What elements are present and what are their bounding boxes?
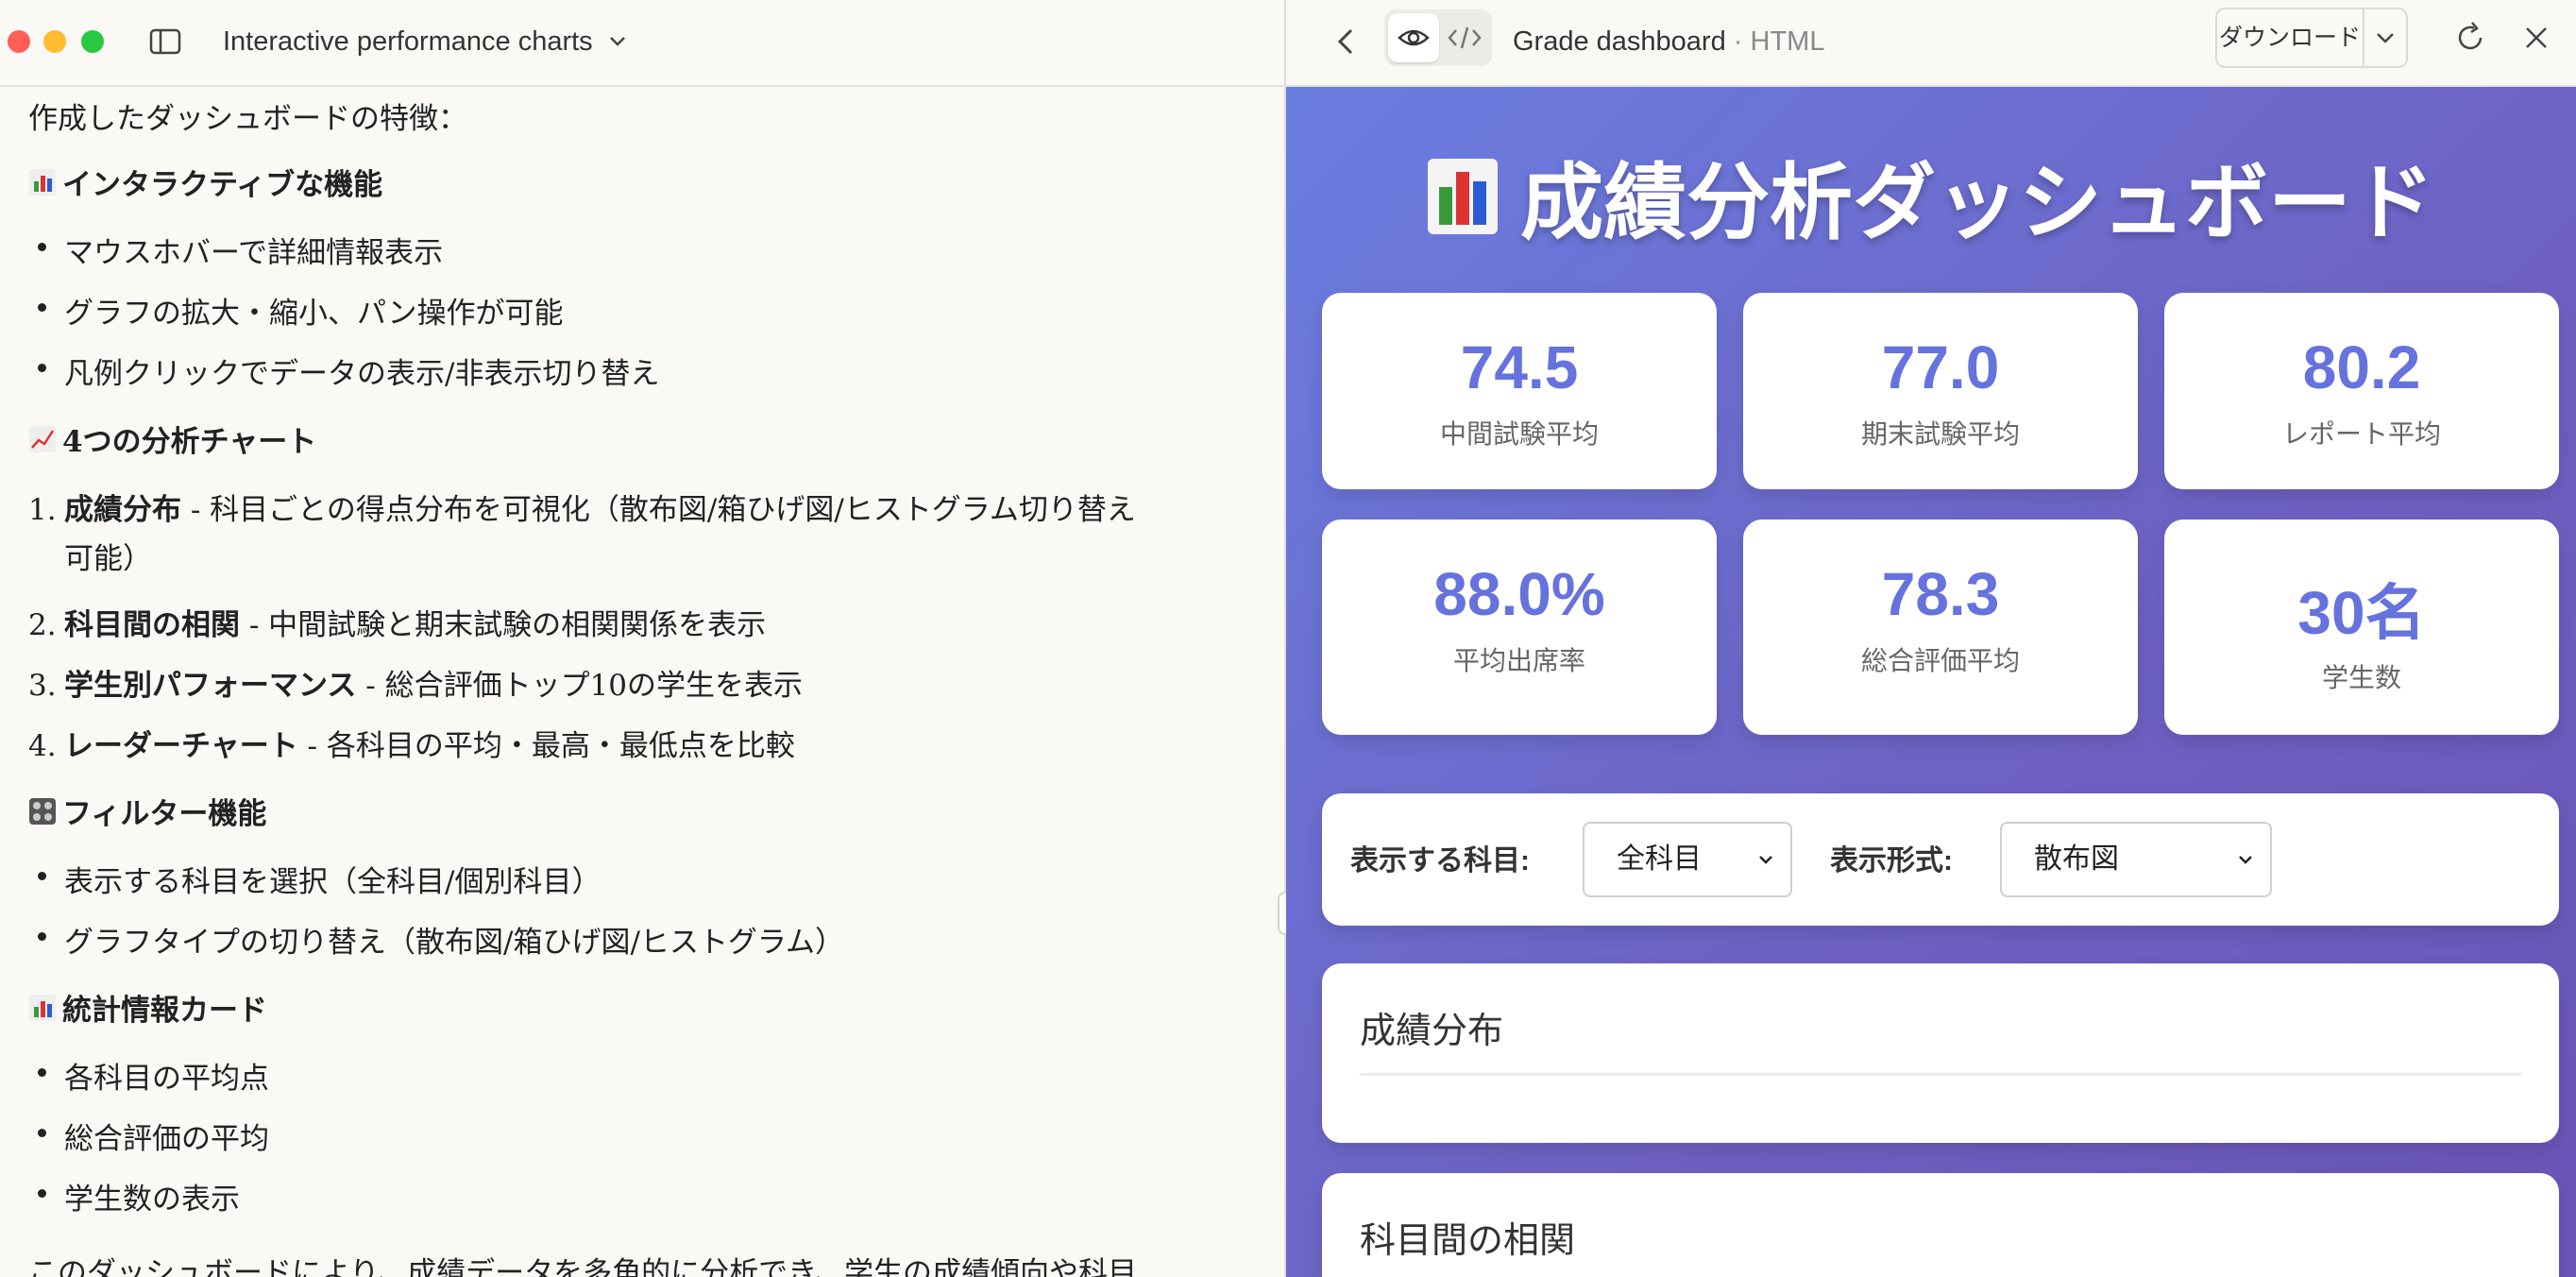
artifact-title: Grade dashboard · HTML [1513, 26, 1825, 57]
ordered-item-3: 3. 学生別パフォーマンス - 総合評価トップ10の学生を表示 [28, 669, 804, 703]
section-heading-filters: フィルター機能 [28, 790, 266, 832]
dashboard-title: 成績分析ダッシュボード [1286, 136, 2576, 256]
stat-card-students: 30名 学生数 [2164, 519, 2559, 735]
list-item: 表示する科目を選択（全科目/個別科目） [37, 858, 601, 900]
chart-title: 科目間の相関 [1360, 1221, 1576, 1261]
artifact-pane: Grade dashboard · HTML ダウンロード 成績分析ダッシュボー… [1286, 0, 2576, 1277]
dashboard-preview: 成績分析ダッシュボード 74.5 中間試験平均 77.0 期末試験平均 80.2… [1286, 87, 2576, 1277]
view-toggle [1384, 9, 1492, 66]
chart-panel-correlation: 科目間の相関 [1322, 1173, 2559, 1277]
list-item: マウスホバーで詳細情報表示 [37, 229, 443, 271]
ordered-item-1-continued: 可能） [64, 542, 152, 576]
conversation-title-text: Interactive performance charts [223, 26, 593, 57]
refresh-icon[interactable] [2451, 19, 2489, 57]
preview-eye-icon[interactable] [1388, 13, 1439, 62]
chevron-down-icon [609, 37, 625, 46]
bar-chart-icon [1427, 158, 1498, 234]
minimize-window-button[interactable] [43, 30, 66, 53]
intro-text: 作成したダッシュボードの特徴： [28, 102, 467, 136]
chevron-down-icon [1759, 856, 1772, 864]
control-knobs-icon [28, 797, 57, 826]
stat-label: 学生数 [2321, 663, 2401, 692]
section-heading-stats: 統計情報カード [28, 986, 267, 1029]
maximize-window-button[interactable] [81, 30, 104, 53]
back-icon[interactable] [1328, 23, 1365, 60]
download-button[interactable]: ダウンロード [2217, 9, 2364, 66]
ordered-item-4: 4. レーダーチャート - 各科目の平均・最高・最低点を比較 [28, 729, 795, 763]
section-heading-interactive: インタラクティブな機能 [28, 161, 382, 203]
filter-panel: 表示する科目: 全科目 表示形式: 散布図 [1322, 793, 2559, 926]
stat-card-overall: 78.3 総合評価平均 [1743, 519, 2138, 735]
artifact-toolbar: Grade dashboard · HTML ダウンロード [1286, 0, 2576, 87]
chart-title: 成績分布 [1360, 1012, 1504, 1051]
chart-type-select[interactable]: 散布図 [2000, 822, 2272, 897]
ordered-item-2: 2. 科目間の相関 - 中間試験と期末試験の相関関係を表示 [28, 608, 767, 642]
stat-value: 78.3 [1881, 560, 2000, 628]
list-item: 学生数の表示 [38, 1175, 240, 1217]
download-options-chevron-icon[interactable] [2364, 9, 2406, 66]
subject-filter-label: 表示する科目: [1350, 845, 1530, 877]
stat-value: 74.5 [1460, 333, 1579, 401]
ordered-item-1: 1. 成績分布 - 科目ごとの得点分布を可視化（散布図/箱ひげ図/ヒストグラム切り… [28, 493, 1136, 527]
list-item: グラフタイプの切り替え（散布図/箱ひげ図/ヒストグラム） [38, 918, 844, 961]
stat-label: 期末試験平均 [1860, 419, 2020, 449]
subject-select[interactable]: 全科目 [1583, 822, 1792, 897]
list-item: 各科目の平均点 [38, 1054, 269, 1097]
chart-type-label: 表示形式: [1830, 845, 1953, 877]
download-group: ダウンロード [2215, 8, 2408, 68]
section-heading-charts: 4つの分析チャート [28, 417, 316, 460]
stat-value: 80.2 [2302, 333, 2421, 401]
bar-chart-icon [28, 994, 57, 1022]
closing-text: このダッシュボードにより、成績データを多角的に分析でき、学生の成績傾向や科目 [28, 1256, 1137, 1277]
stat-label: レポート平均 [2281, 419, 2441, 449]
stat-value: 88.0% [1433, 560, 1605, 628]
list-item: 総合評価の平均 [38, 1115, 269, 1157]
code-icon[interactable] [1441, 13, 1488, 62]
stat-label: 総合評価平均 [1860, 646, 2020, 675]
stat-label: 中間試験平均 [1439, 419, 1599, 449]
title-bar: Interactive performance charts [0, 0, 1284, 87]
bar-chart-icon [28, 168, 57, 196]
chevron-down-icon [2239, 856, 2252, 864]
divider [1360, 1073, 2521, 1076]
stat-card-midterm: 74.5 中間試験平均 [1322, 293, 1717, 489]
stat-card-attendance: 88.0% 平均出席率 [1322, 519, 1717, 735]
close-icon[interactable] [2519, 21, 2553, 55]
list-item: 凡例クリックでデータの表示/非表示切り替え [37, 349, 659, 392]
line-chart-icon [28, 425, 57, 453]
chat-pane: Interactive performance charts 作成したダッシュボ… [0, 0, 1284, 1277]
stat-value: 30名 [2297, 579, 2426, 647]
conversation-title[interactable]: Interactive performance charts [223, 21, 627, 62]
stat-card-report: 80.2 レポート平均 [2164, 293, 2559, 489]
close-window-button[interactable] [8, 30, 30, 53]
sidebar-toggle-icon[interactable] [149, 28, 181, 55]
stat-card-final: 77.0 期末試験平均 [1743, 293, 2138, 489]
list-item: グラフの拡大・縮小、パン操作が可能 [38, 289, 564, 332]
chart-panel-distribution: 成績分布 [1322, 963, 2559, 1143]
stat-label: 平均出席率 [1452, 646, 1585, 675]
stat-value: 77.0 [1881, 333, 2000, 401]
